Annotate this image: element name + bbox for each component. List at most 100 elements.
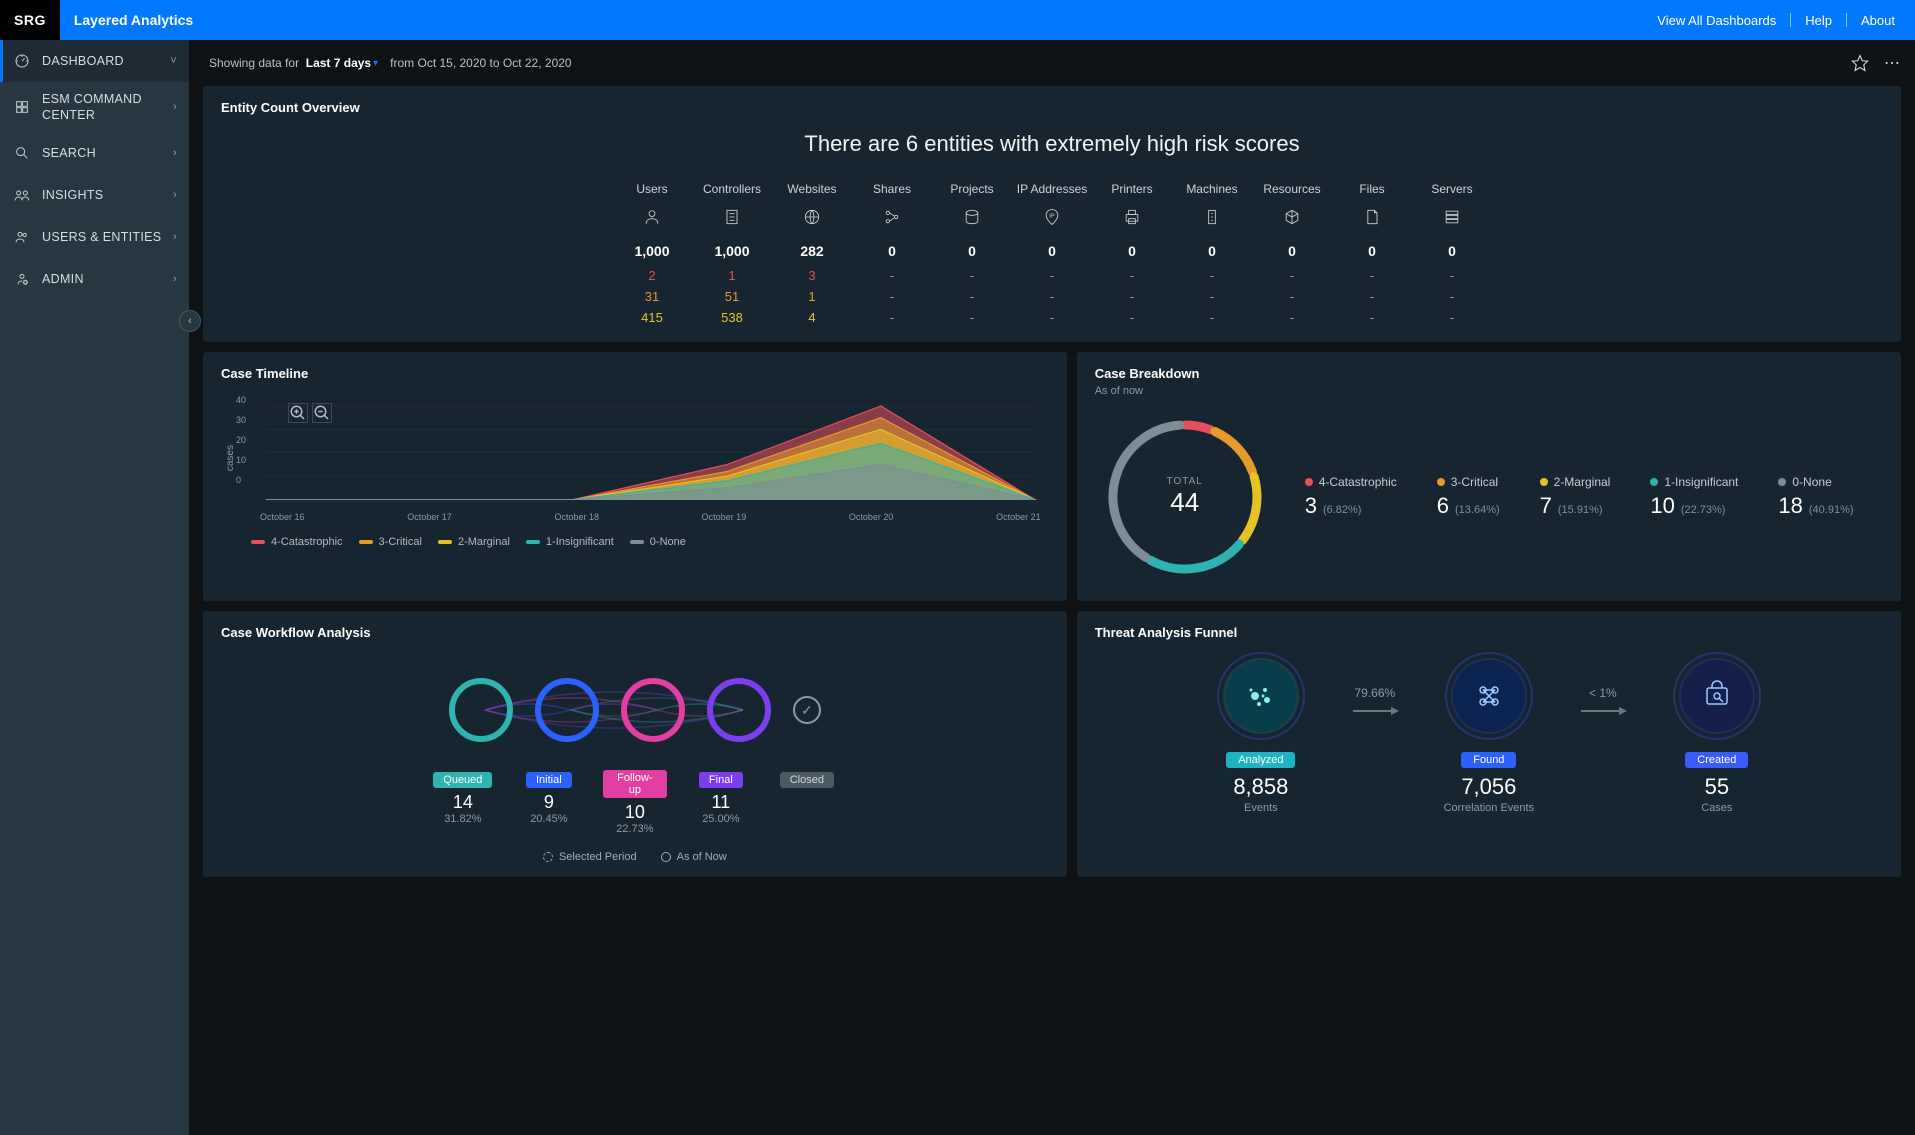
sidebar-item-admin[interactable]: ADMIN› (0, 258, 189, 300)
breakdown-item[interactable]: 4-Catastrophic3(6.82%) (1305, 475, 1397, 519)
link-help[interactable]: Help (1805, 13, 1832, 28)
workflow-ring[interactable] (449, 678, 513, 742)
radio-as-of-now[interactable]: As of Now (661, 851, 727, 863)
zoom-out-icon[interactable] (312, 403, 332, 423)
workflow-chip[interactable]: Follow-up (603, 770, 667, 798)
entity-cell: - (1172, 286, 1252, 307)
entity-col-head: Printers (1092, 179, 1172, 204)
workflow-chip[interactable]: Closed (780, 772, 834, 788)
entity-icon: IP (1012, 204, 1092, 233)
legend-chip (630, 540, 644, 544)
donut-total: 44 (1170, 487, 1199, 518)
entity-cell: 538 (692, 307, 772, 328)
entity-col-head: Files (1332, 179, 1412, 204)
entity-cell: 415 (612, 307, 692, 328)
entity-cell: 4 (772, 307, 852, 328)
sidebar-item-search[interactable]: SEARCH› (0, 132, 189, 174)
filter-range-dropdown[interactable]: Last 7 days (306, 56, 371, 70)
entity-cell: 0 (1172, 233, 1252, 265)
legend-item[interactable]: 0-None (630, 536, 686, 548)
entity-cell: - (932, 265, 1012, 286)
workflow-value: 11 (689, 792, 753, 813)
sidebar: DASHBOARD˅ESM COMMAND CENTER›SEARCH›INSI… (0, 40, 189, 1135)
legend-label: 3-Critical (379, 536, 422, 548)
link-about[interactable]: About (1861, 13, 1895, 28)
card-title: Threat Analysis Funnel (1095, 625, 1883, 640)
breakdown-label: 1-Insignificant (1664, 475, 1738, 489)
chevron-down-icon: ▾ (371, 58, 380, 69)
workflow-rings: ✓ (221, 660, 1049, 760)
funnel-sub: Cases (1701, 802, 1732, 814)
legend-item[interactable]: 1-Insignificant (526, 536, 614, 548)
workflow-chip[interactable]: Final (699, 772, 743, 788)
workflow-chip[interactable]: Initial (526, 772, 572, 788)
sidebar-item-users-entities[interactable]: USERS & ENTITIES› (0, 216, 189, 258)
chevron-icon: › (173, 231, 177, 243)
entity-cell: - (1252, 286, 1332, 307)
card-title: Case Breakdown (1095, 366, 1883, 381)
entity-cell: - (1412, 307, 1492, 328)
workflow-closed-icon[interactable]: ✓ (793, 696, 821, 724)
admin-icon (12, 271, 32, 287)
legend-item[interactable]: 3-Critical (359, 536, 422, 548)
breakdown-item[interactable]: 1-Insignificant10(22.73%) (1650, 475, 1738, 519)
more-icon[interactable]: ⋯ (1883, 54, 1901, 72)
workflow-ring[interactable] (621, 678, 685, 742)
insights-icon (12, 187, 32, 203)
entity-cell: 0 (852, 233, 932, 265)
breakdown-item[interactable]: 3-Critical6(13.64%) (1437, 475, 1500, 519)
favorite-icon[interactable] (1851, 54, 1869, 72)
legend-label: 2-Marginal (458, 536, 510, 548)
entity-cell: - (932, 307, 1012, 328)
workflow-pct: 31.82% (431, 813, 495, 825)
funnel-circle[interactable]: .funnel-circle:nth-of-type(1)::before{bo… (1453, 660, 1525, 732)
card-title: Case Timeline (221, 366, 1049, 381)
breakdown-value: 3 (1305, 493, 1317, 519)
entity-icon (1252, 204, 1332, 233)
entity-cell: 1,000 (612, 233, 692, 265)
users-icon (12, 229, 32, 245)
breakdown-value: 10 (1650, 493, 1674, 519)
sidebar-item-esm-command-center[interactable]: ESM COMMAND CENTER› (0, 82, 189, 132)
entity-col-head: Servers (1412, 179, 1492, 204)
entity-cell: - (1012, 286, 1092, 307)
legend-chip (438, 540, 452, 544)
top-links: View All Dashboards Help About (1657, 13, 1915, 28)
funnel-circle[interactable]: .funnel-circle:nth-of-type(1)::before{bo… (1225, 660, 1297, 732)
sidebar-collapse-button[interactable]: ‹ (179, 310, 201, 332)
sidebar-item-dashboard[interactable]: DASHBOARD˅ (0, 40, 189, 82)
funnel-node: .funnel-circle:nth-of-type(1)::before{bo… (1191, 660, 1331, 814)
sidebar-item-label: INSIGHTS (42, 188, 173, 202)
workflow-pct: 22.73% (603, 823, 667, 835)
legend-item[interactable]: 4-Catastrophic (251, 536, 343, 548)
entity-icon (1412, 204, 1492, 233)
entity-cell: 0 (1012, 233, 1092, 265)
entity-cell: 3 (772, 265, 852, 286)
entity-icon (692, 204, 772, 233)
funnel-circle[interactable]: .funnel-circle:nth-of-type(1)::before{bo… (1681, 660, 1753, 732)
entity-col-head: Shares (852, 179, 932, 204)
workflow-ring[interactable] (707, 678, 771, 742)
workflow-ring[interactable] (535, 678, 599, 742)
breakdown-item[interactable]: 0-None18(40.91%) (1778, 475, 1853, 519)
sidebar-item-insights[interactable]: INSIGHTS› (0, 174, 189, 216)
funnel-value: 7,056 (1461, 774, 1516, 800)
chart-yticks: 403020100 (236, 395, 252, 485)
card-case-timeline: Case Timeline cases 403020100 (203, 352, 1067, 601)
entity-cell: 0 (1332, 233, 1412, 265)
zoom-in-icon[interactable] (288, 403, 308, 423)
breakdown-item[interactable]: 2-Marginal7(15.91%) (1540, 475, 1611, 519)
breakdown-pct: (13.64%) (1455, 504, 1500, 516)
link-view-all-dashboards[interactable]: View All Dashboards (1657, 13, 1776, 28)
funnel-arrow-label: 79.66% (1354, 686, 1395, 700)
legend-chip (251, 540, 265, 544)
entity-cell: - (1252, 307, 1332, 328)
legend-item[interactable]: 2-Marginal (438, 536, 510, 548)
radio-selected-period[interactable]: Selected Period (543, 851, 637, 863)
main-content: Showing data for Last 7 days ▾ from Oct … (189, 40, 1915, 1135)
breakdown-pct: (6.82%) (1323, 504, 1362, 516)
entity-cell: - (1252, 265, 1332, 286)
workflow-chip[interactable]: Queued (433, 772, 492, 788)
entity-cell: 0 (1092, 233, 1172, 265)
svg-text:IP: IP (1049, 213, 1055, 219)
